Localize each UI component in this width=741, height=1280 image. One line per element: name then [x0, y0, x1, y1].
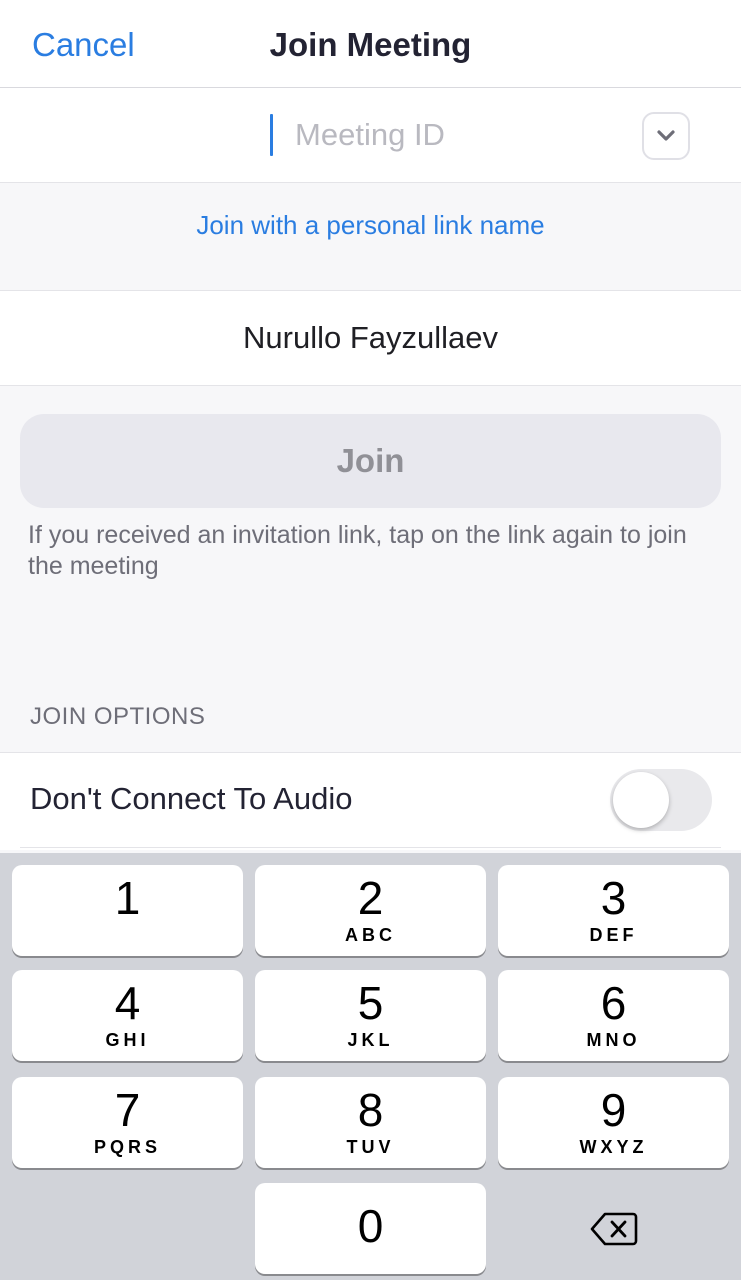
join-button[interactable]: Join [20, 414, 721, 508]
join-meeting-screen: Cancel Join Meeting Join with a personal… [0, 0, 741, 1280]
key-digit: 9 [600, 1084, 627, 1136]
join-options-header: JOIN OPTIONS [30, 703, 206, 730]
key-2[interactable]: 2 ABC [255, 865, 486, 956]
key-digit: 5 [357, 977, 384, 1029]
chevron-down-icon [657, 130, 675, 141]
page-title: Join Meeting [269, 26, 472, 63]
nav-bar: Cancel Join Meeting [0, 0, 741, 88]
key-letters: DEF [589, 925, 638, 945]
key-letters: GHI [105, 1030, 150, 1050]
key-digit: 3 [600, 872, 627, 924]
key-8[interactable]: 8 TUV [255, 1077, 486, 1168]
meeting-history-dropdown-button[interactable] [642, 112, 690, 160]
key-letters: MNO [586, 1030, 641, 1050]
key-digit: 1 [114, 872, 141, 924]
key-digit: 7 [114, 1084, 141, 1136]
personal-link-button[interactable]: Join with a personal link name [0, 210, 741, 241]
backspace-key[interactable] [498, 1183, 729, 1274]
key-digit: 0 [357, 1200, 384, 1252]
key-letters: JKL [347, 1030, 394, 1050]
key-letters: PQRS [93, 1137, 161, 1157]
key-letters: ABC [345, 925, 396, 945]
key-3[interactable]: 3 DEF [498, 865, 729, 956]
key-letters: TUV [346, 1137, 395, 1157]
key-4[interactable]: 4 GHI [12, 970, 243, 1061]
key-7[interactable]: 7 PQRS [12, 1077, 243, 1168]
meeting-id-input[interactable] [120, 108, 620, 162]
key-digit: 8 [357, 1084, 384, 1136]
display-name-input[interactable] [0, 291, 741, 385]
dont-connect-audio-row: Don't Connect To Audio [0, 752, 741, 850]
invitation-hint: If you received an invitation link, tap … [28, 521, 687, 580]
key-9[interactable]: 9 WXYZ [498, 1077, 729, 1168]
key-digit: 2 [357, 872, 384, 924]
dont-connect-audio-label: Don't Connect To Audio [30, 781, 353, 816]
divider [20, 847, 721, 848]
key-letters: WXYZ [579, 1137, 648, 1157]
dont-connect-audio-toggle[interactable] [610, 769, 712, 831]
key-1[interactable]: 1 [12, 865, 243, 956]
key-digit: 4 [114, 977, 141, 1029]
key-5[interactable]: 5 JKL [255, 970, 486, 1061]
toggle-knob [613, 772, 669, 828]
display-name-row [0, 290, 741, 386]
text-cursor [270, 114, 273, 156]
key-0[interactable]: 0 [255, 1183, 486, 1274]
backspace-icon [590, 1212, 637, 1245]
key-6[interactable]: 6 MNO [498, 970, 729, 1061]
key-digit: 6 [600, 977, 627, 1029]
